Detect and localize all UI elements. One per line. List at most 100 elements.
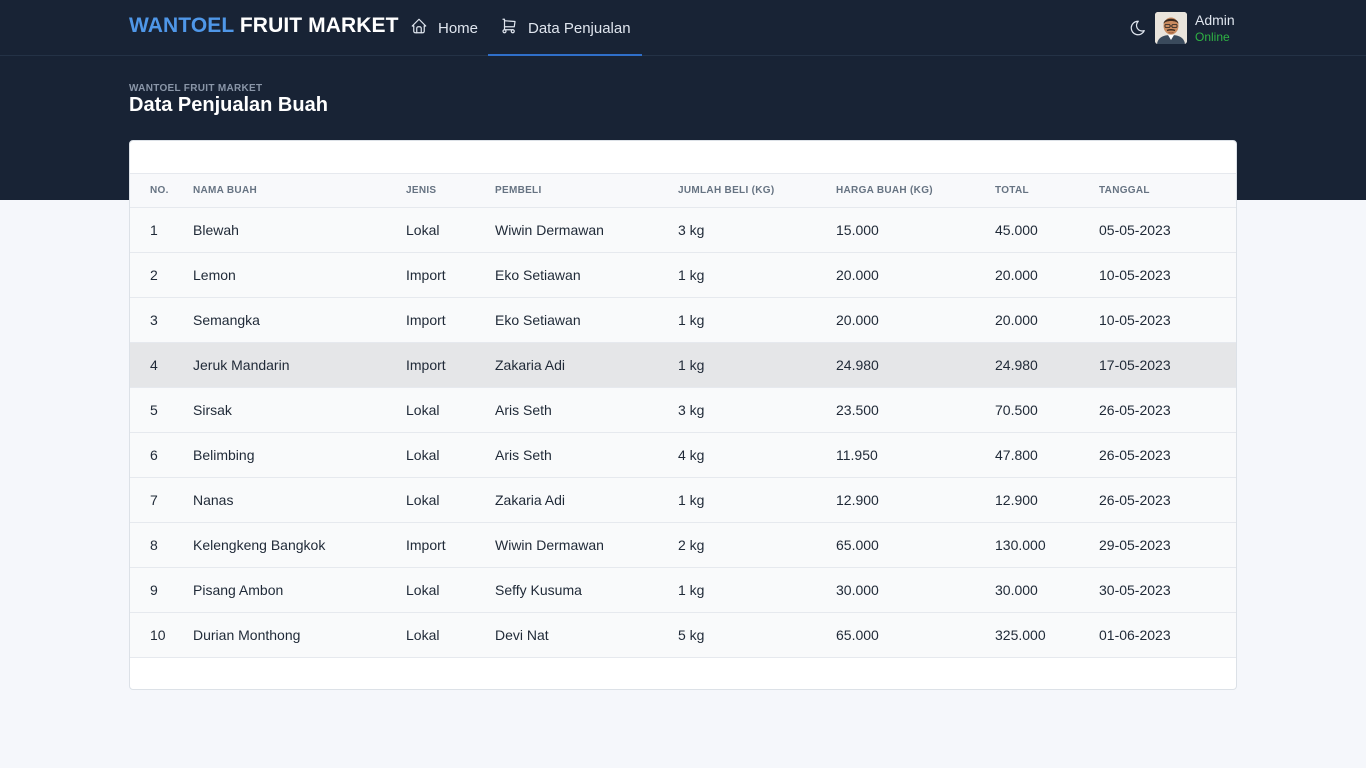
table-row[interactable]: 6 Belimbing Lokal Aris Seth 4 kg 11.950 47.800… <box>130 432 1236 478</box>
brand-logo[interactable]: WANTOEL FRUIT MARKET <box>129 14 399 38</box>
table-row[interactable]: 1 Blewah Lokal Wiwin Dermawan 3 kg 15.000 45.0… <box>130 207 1236 253</box>
cell-no: 9 <box>130 567 193 613</box>
cell-jenis: Lokal <box>406 387 495 433</box>
cell-nama-buah: Belimbing <box>193 432 406 478</box>
cell-harga-buah: 65.000 <box>836 612 995 658</box>
column-header-total: TOTAL <box>995 174 1099 208</box>
table-row[interactable]: 3 Semangka Import Eko Setiawan 1 kg 20.000 20.… <box>130 297 1236 343</box>
cell-jenis: Lokal <box>406 477 495 523</box>
table-header-row: NO. NAMA BUAH JENIS PEMBELI JUMLAH BELI … <box>130 174 1236 208</box>
cell-jenis: Lokal <box>406 612 495 658</box>
cell-pembeli: Devi Nat <box>495 612 678 658</box>
cell-total: 20.000 <box>995 252 1099 298</box>
cell-no: 2 <box>130 252 193 298</box>
active-tab-indicator <box>488 54 642 56</box>
table-row[interactable]: 10 Durian Monthong Lokal Devi Nat 5 kg 65.000… <box>130 612 1236 658</box>
table-row[interactable]: 4 Jeruk Mandarin Import Zakaria Adi 1 kg 24.9… <box>130 342 1236 388</box>
cell-no: 5 <box>130 387 193 433</box>
cell-harga-buah: 24.980 <box>836 342 995 388</box>
cell-harga-buah: 20.000 <box>836 297 995 343</box>
nav-sales-label: Data Penjualan <box>528 19 631 37</box>
cell-jumlah-beli: 1 kg <box>678 477 836 523</box>
home-icon <box>410 17 428 39</box>
cell-total: 70.500 <box>995 387 1099 433</box>
cell-tanggal: 30-05-2023 <box>1099 567 1236 613</box>
cell-total: 30.000 <box>995 567 1099 613</box>
page-title: Data Penjualan Buah <box>129 94 328 116</box>
cell-harga-buah: 20.000 <box>836 252 995 298</box>
avatar[interactable] <box>1155 12 1187 44</box>
navbar: WANTOEL FRUIT MARKET Home Data Penjualan <box>0 0 1366 56</box>
cell-pembeli: Zakaria Adi <box>495 477 678 523</box>
cell-total: 130.000 <box>995 522 1099 568</box>
cell-tanggal: 26-05-2023 <box>1099 387 1236 433</box>
cell-harga-buah: 23.500 <box>836 387 995 433</box>
cell-no: 4 <box>130 342 193 388</box>
cell-nama-buah: Lemon <box>193 252 406 298</box>
cell-harga-buah: 65.000 <box>836 522 995 568</box>
cell-tanggal: 10-05-2023 <box>1099 252 1236 298</box>
table-row[interactable]: 5 Sirsak Lokal Aris Seth 3 kg 23.500 70.500 26-… <box>130 387 1236 433</box>
cell-total: 47.800 <box>995 432 1099 478</box>
cell-jumlah-beli: 1 kg <box>678 342 836 388</box>
user-status: Online <box>1195 30 1230 44</box>
cell-jumlah-beli: 5 kg <box>678 612 836 658</box>
cell-nama-buah: Pisang Ambon <box>193 567 406 613</box>
cell-jenis: Lokal <box>406 567 495 613</box>
cell-nama-buah: Sirsak <box>193 387 406 433</box>
cell-nama-buah: Nanas <box>193 477 406 523</box>
cell-jumlah-beli: 3 kg <box>678 387 836 433</box>
cell-pembeli: Seffy Kusuma <box>495 567 678 613</box>
cell-jenis: Lokal <box>406 432 495 478</box>
cell-no: 8 <box>130 522 193 568</box>
brand-part-1: WANTOEL <box>129 14 234 37</box>
cell-no: 10 <box>130 612 193 658</box>
cell-tanggal: 10-05-2023 <box>1099 297 1236 343</box>
cell-total: 325.000 <box>995 612 1099 658</box>
cell-total: 12.900 <box>995 477 1099 523</box>
cell-jumlah-beli: 2 kg <box>678 522 836 568</box>
cell-jenis: Import <box>406 522 495 568</box>
cell-tanggal: 01-06-2023 <box>1099 612 1236 658</box>
cart-icon <box>500 17 518 39</box>
cell-harga-buah: 15.000 <box>836 207 995 253</box>
cell-pembeli: Wiwin Dermawan <box>495 207 678 253</box>
table-row[interactable]: 9 Pisang Ambon Lokal Seffy Kusuma 1 kg 30.000… <box>130 567 1236 613</box>
cell-pembeli: Wiwin Dermawan <box>495 522 678 568</box>
column-header-jumlah-beli: JUMLAH BELI (KG) <box>678 174 836 208</box>
cell-jenis: Import <box>406 342 495 388</box>
cell-pembeli: Eko Setiawan <box>495 252 678 298</box>
cell-pembeli: Aris Seth <box>495 387 678 433</box>
page-pretitle: WANTOEL FRUIT MARKET <box>129 83 263 94</box>
cell-nama-buah: Durian Monthong <box>193 612 406 658</box>
cell-pembeli: Aris Seth <box>495 432 678 478</box>
sales-table: NO. NAMA BUAH JENIS PEMBELI JUMLAH BELI … <box>130 174 1236 658</box>
brand-part-2: FRUIT MARKET <box>239 14 399 37</box>
cell-tanggal: 17-05-2023 <box>1099 342 1236 388</box>
cell-no: 7 <box>130 477 193 523</box>
table-row[interactable]: 7 Nanas Lokal Zakaria Adi 1 kg 12.900 12.900 26… <box>130 477 1236 523</box>
cell-total: 20.000 <box>995 297 1099 343</box>
user-name[interactable]: Admin <box>1195 12 1235 28</box>
card-header <box>130 141 1236 174</box>
cell-no: 1 <box>130 207 193 253</box>
column-header-pembeli: PEMBELI <box>495 174 678 208</box>
cell-no: 6 <box>130 432 193 478</box>
cell-jenis: Lokal <box>406 207 495 253</box>
column-header-tanggal: TANGGAL <box>1099 174 1236 208</box>
column-header-no: NO. <box>130 174 193 208</box>
nav-data-penjualan[interactable]: Data Penjualan <box>488 0 642 56</box>
cell-nama-buah: Kelengkeng Bangkok <box>193 522 406 568</box>
cell-tanggal: 29-05-2023 <box>1099 522 1236 568</box>
table-row[interactable]: 2 Lemon Import Eko Setiawan 1 kg 20.000 20.000… <box>130 252 1236 298</box>
column-header-harga-buah: HARGA BUAH (KG) <box>836 174 995 208</box>
cell-jumlah-beli: 1 kg <box>678 252 836 298</box>
cell-pembeli: Zakaria Adi <box>495 342 678 388</box>
cell-jenis: Import <box>406 252 495 298</box>
cell-jenis: Import <box>406 297 495 343</box>
cell-jumlah-beli: 1 kg <box>678 567 836 613</box>
nav-home[interactable]: Home <box>410 0 478 56</box>
table-row[interactable]: 8 Kelengkeng Bangkok Import Wiwin Dermawan 2… <box>130 522 1236 568</box>
cell-tanggal: 26-05-2023 <box>1099 432 1236 478</box>
moon-icon[interactable] <box>1129 19 1147 37</box>
